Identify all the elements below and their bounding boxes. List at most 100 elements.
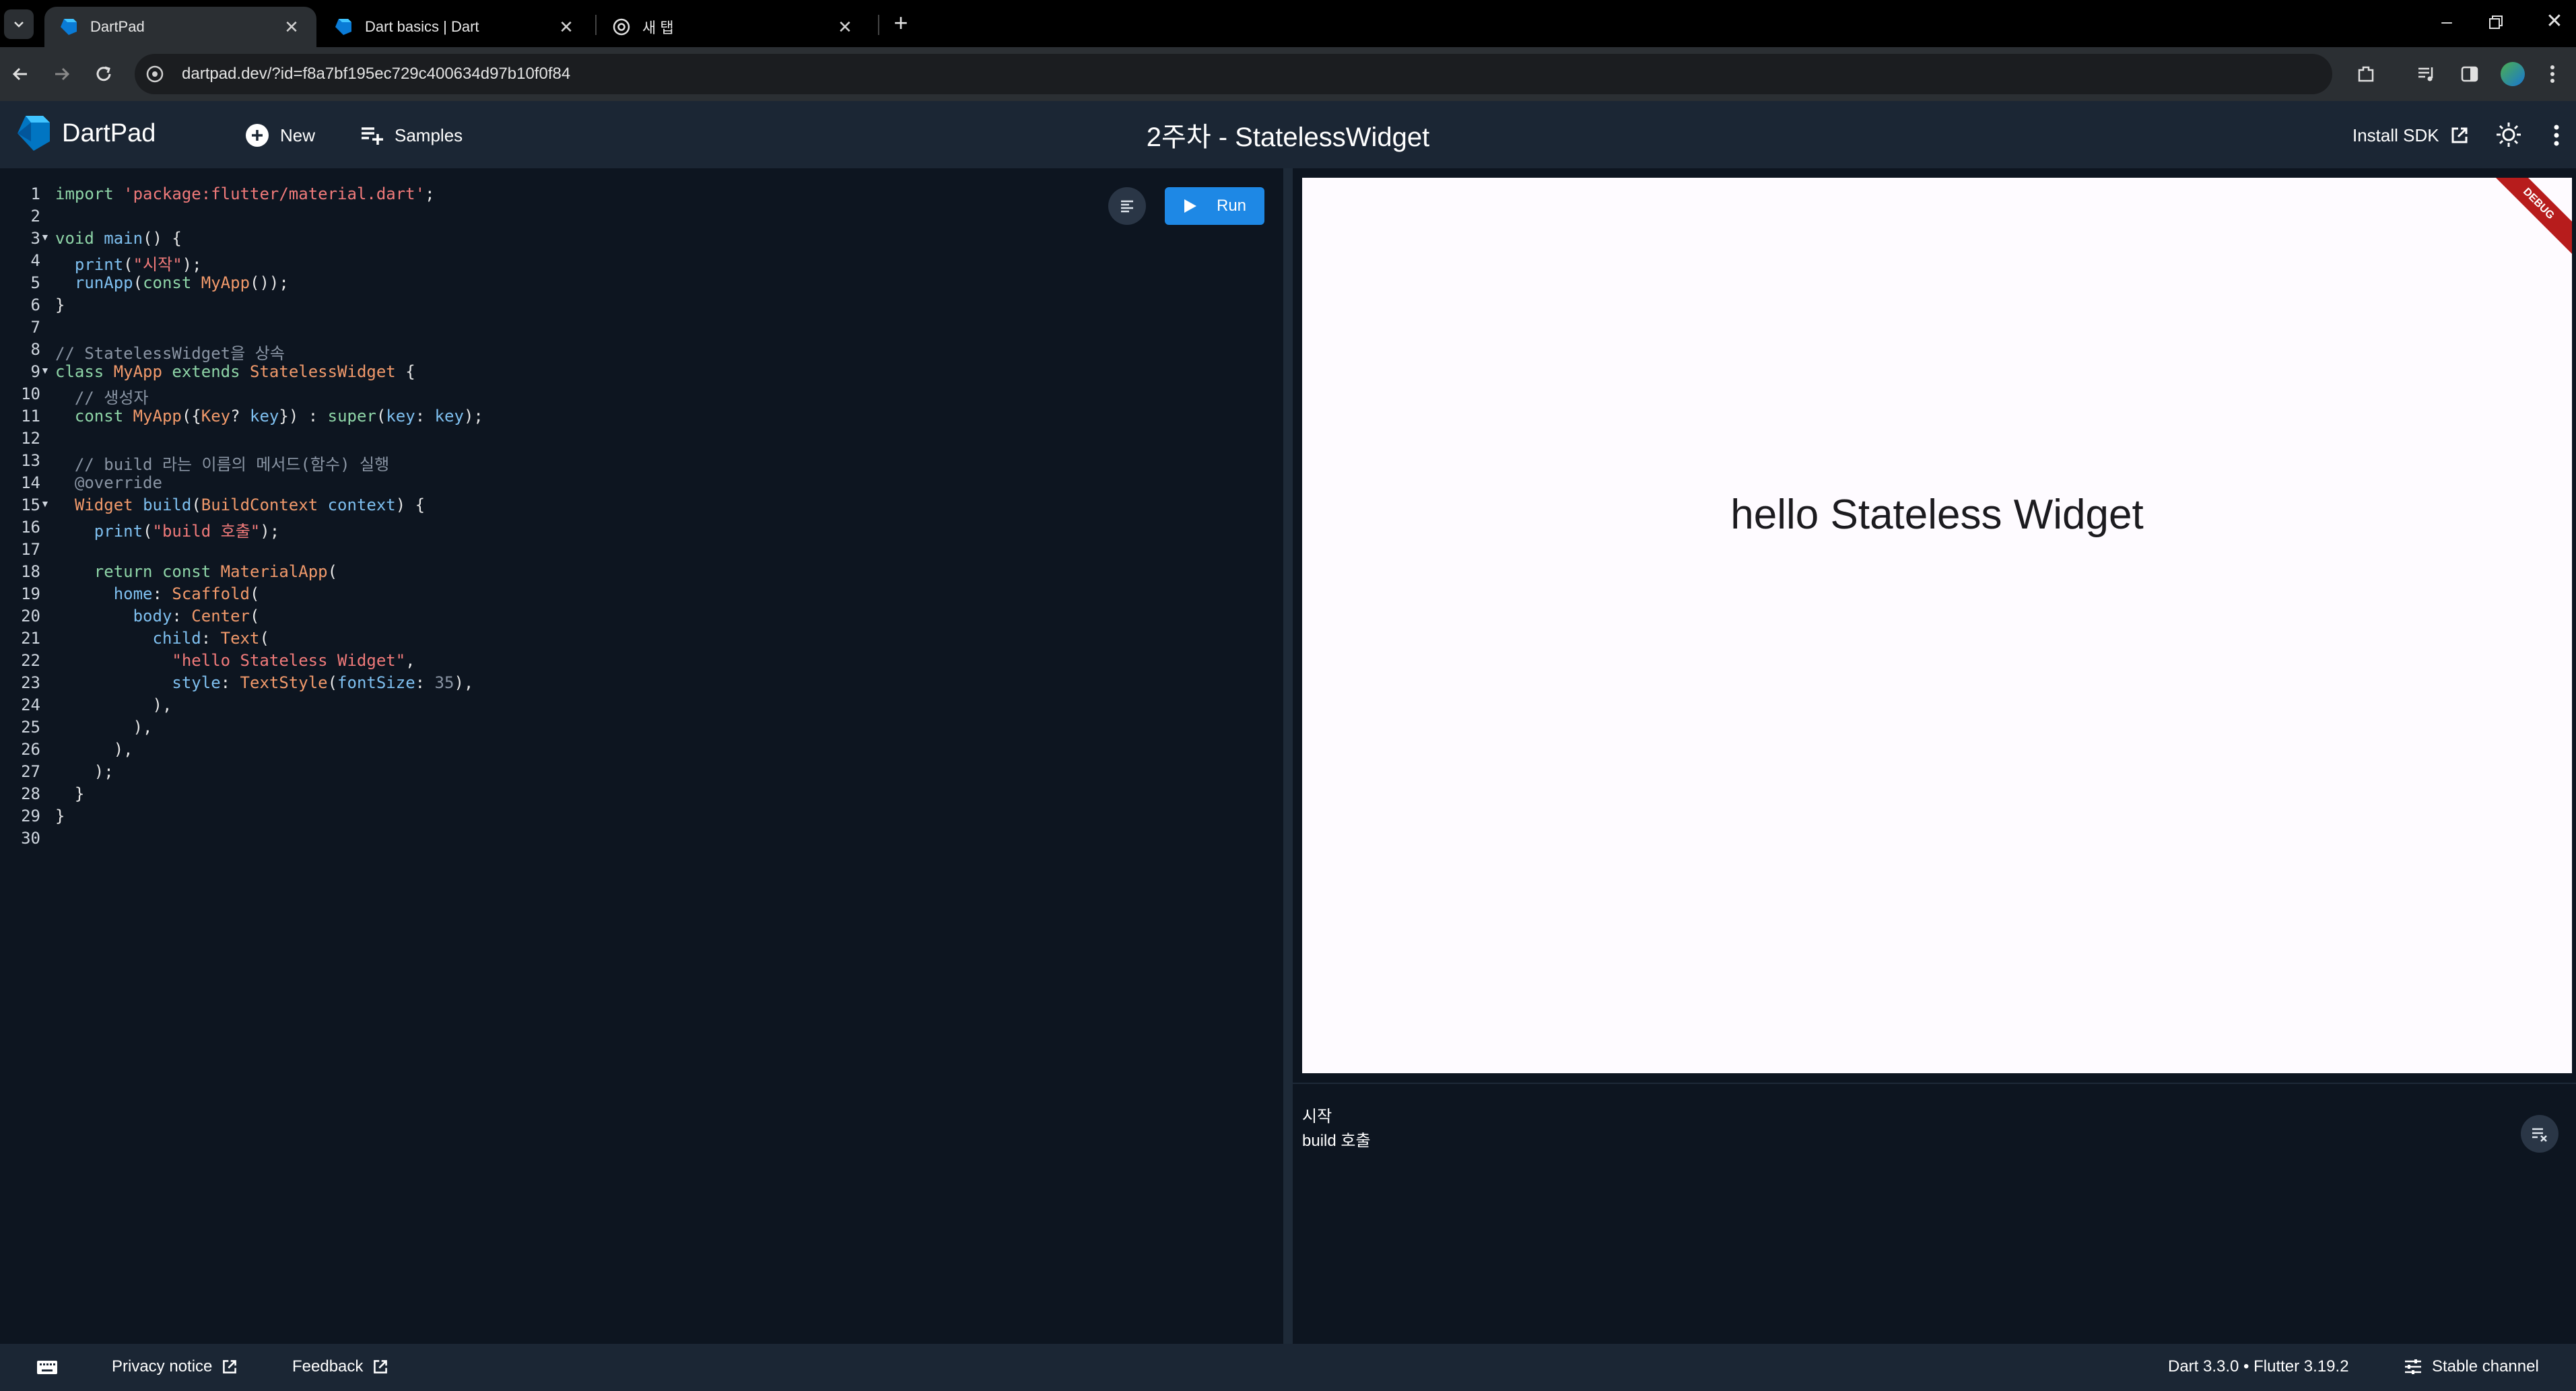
close-tab-icon[interactable]: ✕ [835, 17, 855, 38]
line-number: 12 [21, 429, 40, 448]
tab-separator [595, 15, 597, 35]
restore-window-icon[interactable] [2487, 13, 2514, 40]
code-line: // build 라는 이름의 메서드(함수) 실행 [74, 455, 390, 474]
channel-selector[interactable]: Stable channel [2404, 1357, 2539, 1376]
line-number: 26 [21, 740, 40, 759]
samples-button[interactable]: Samples [360, 121, 463, 149]
line-number: 23 [21, 673, 40, 692]
side-panel-icon[interactable] [2459, 63, 2480, 85]
chrome-icon [613, 18, 630, 36]
minimize-window-icon[interactable]: – [2433, 11, 2460, 38]
code-line: home: Scaffold( [113, 584, 260, 603]
code-line: // StatelessWidget을 상속 [55, 344, 285, 363]
code-line: print("build 호출"); [94, 522, 280, 541]
privacy-notice-link[interactable]: Privacy notice [112, 1357, 238, 1376]
line-number: 8 [30, 340, 40, 359]
version-info: Dart 3.3.0 • Flutter 3.19.2 [2168, 1357, 2349, 1376]
samples-label: Samples [395, 125, 463, 145]
tab-title: Dart basics | Dart [365, 18, 479, 35]
code-line: style: TextStyle(fontSize: 35), [172, 673, 474, 692]
line-number: 11 [21, 407, 40, 426]
line-number: 5 [30, 273, 40, 292]
run-label: Run [1216, 197, 1247, 215]
console-line: 시작 [1302, 1108, 1332, 1126]
line-number: 10 [21, 384, 40, 403]
app-menu-icon[interactable] [2553, 124, 2560, 147]
close-tab-icon[interactable]: ✕ [556, 17, 576, 38]
code-line: class MyApp extends StatelessWidget { [55, 362, 415, 381]
fold-toggle-icon[interactable]: ▼ [40, 232, 50, 242]
line-number: 21 [21, 629, 40, 648]
line-number: 9 [30, 362, 40, 381]
code-line: // 생성자 [74, 388, 149, 407]
code-line: "hello Stateless Widget", [172, 651, 415, 670]
media-controls-icon[interactable] [2416, 63, 2437, 85]
code-line: } [55, 807, 65, 825]
reload-icon[interactable] [93, 63, 114, 85]
browser-menu-icon[interactable] [2549, 63, 2556, 85]
tab-separator [878, 15, 879, 35]
run-button[interactable]: Run [1165, 187, 1264, 225]
tune-icon [2405, 1359, 2421, 1374]
feedback-link[interactable]: Feedback [292, 1357, 388, 1376]
pane-divider[interactable] [1283, 168, 1293, 1344]
code-line: const MyApp({Key? key}) : super(key: key… [74, 407, 483, 426]
code-line: child: Text( [152, 629, 269, 648]
feedback-label: Feedback [292, 1357, 364, 1376]
line-number: 30 [21, 829, 40, 848]
line-number: 16 [21, 518, 40, 537]
dart-logo-icon [335, 19, 351, 35]
line-number: 20 [21, 607, 40, 625]
console-output [1293, 1083, 2576, 1344]
tab-title: 새 탭 [642, 20, 674, 36]
chevron-down-icon [14, 22, 24, 28]
browser-tab-new[interactable]: 새 탭 ✕ [598, 7, 870, 47]
format-button[interactable] [1108, 187, 1146, 225]
back-icon[interactable] [9, 63, 31, 85]
new-tab-plus-icon[interactable]: + [887, 9, 914, 36]
add-circle-icon [246, 124, 269, 147]
line-number: 4 [30, 251, 40, 270]
install-sdk-label: Install SDK [2352, 125, 2439, 145]
code-line: @override [74, 473, 162, 492]
browser-tab-dart-basics[interactable]: Dart basics | Dart ✕ [319, 7, 591, 47]
line-number: 22 [21, 651, 40, 670]
tab-search-button[interactable] [4, 9, 34, 39]
profile-avatar[interactable] [2501, 62, 2525, 86]
extensions-icon[interactable] [2355, 63, 2377, 85]
install-sdk-link[interactable]: Install SDK [2352, 121, 2469, 149]
line-number: 7 [30, 318, 40, 337]
clear-all-icon [2532, 1128, 2547, 1142]
keyboard-icon [37, 1361, 57, 1374]
new-button[interactable]: New [245, 121, 315, 149]
preview-text: hello Stateless Widget [1730, 491, 2144, 538]
keyboard-shortcuts-button[interactable] [36, 1360, 58, 1375]
code-line: print("시작"); [74, 255, 202, 274]
close-window-icon[interactable]: ✕ [2541, 9, 2568, 36]
fold-toggle-icon[interactable]: ▼ [40, 498, 50, 509]
clear-console-button[interactable] [2521, 1115, 2558, 1153]
browser-tab-dartpad[interactable]: DartPad ✕ [44, 7, 316, 47]
code-line: } [55, 784, 85, 803]
new-label: New [280, 125, 316, 145]
open-in-new-icon [374, 1360, 388, 1373]
line-number: 13 [21, 451, 40, 470]
tab-title: DartPad [90, 18, 145, 35]
app-preview[interactable]: hello Stateless Widget DEBUG [1302, 178, 2572, 1073]
forward-icon[interactable] [51, 63, 73, 85]
close-tab-icon[interactable]: ✕ [281, 17, 302, 38]
playlist-add-icon [362, 127, 383, 145]
open-in-new-icon [2451, 127, 2468, 143]
line-number: 27 [21, 762, 40, 781]
theme-toggle-icon[interactable] [2495, 121, 2522, 148]
fold-toggle-icon[interactable]: ▼ [40, 365, 50, 376]
play-icon [1184, 199, 1196, 213]
code-line: import 'package:flutter/material.dart'; [55, 184, 435, 203]
line-number: 18 [21, 562, 40, 581]
url-text[interactable]: dartpad.dev/?id=f8a7bf195ec729c400634d97… [182, 65, 570, 83]
code-line: ), [55, 740, 133, 759]
code-line: void main() { [55, 229, 182, 248]
code-line: return const MaterialApp( [94, 562, 338, 581]
line-number: 28 [21, 784, 40, 803]
site-info-icon[interactable] [145, 65, 164, 83]
